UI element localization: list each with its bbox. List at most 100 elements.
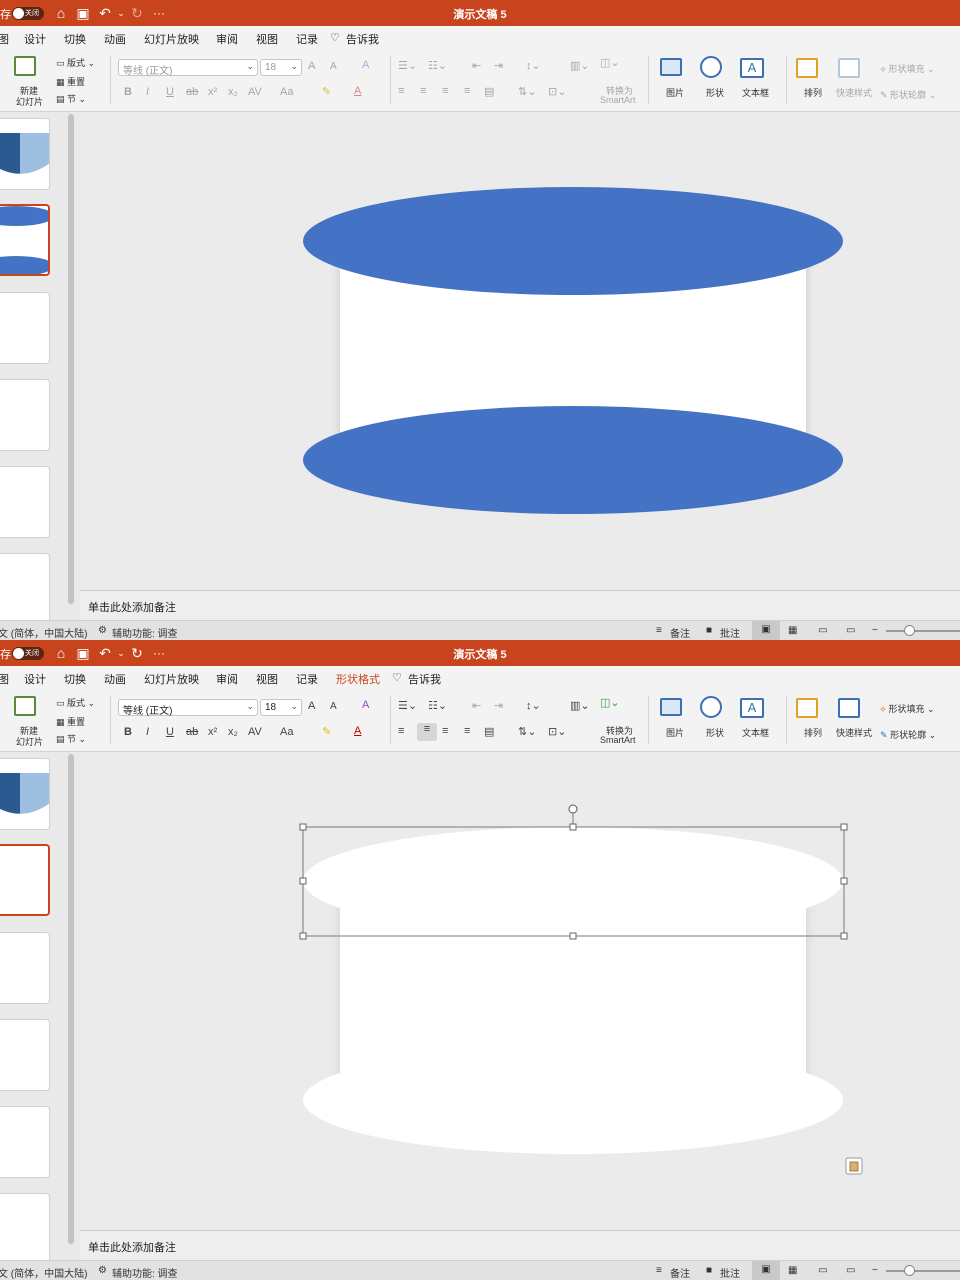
italic-button[interactable]: I [146,726,149,738]
align-right-icon[interactable]: ≡ [442,85,448,97]
thumbnail-scrollbar[interactable] [68,754,74,1244]
clear-format-icon[interactable]: A [362,59,369,71]
slide-thumb-1[interactable] [0,118,50,190]
menu-slideshow[interactable]: 幻灯片放映 [144,31,199,47]
shape-fill-button[interactable]: ⟡ 形状填充 ⌄ [880,62,935,75]
shapes-icon[interactable] [700,696,722,718]
char-spacing-button[interactable]: AV [248,726,262,738]
align-text-icon[interactable]: ⊡⌄ [548,725,566,738]
slide-thumb-4[interactable] [0,1019,50,1091]
notes-toggle[interactable]: 备注 [670,1265,690,1280]
notes-pane[interactable]: 单击此处添加备注 [80,1230,960,1260]
superscript-button[interactable]: x² [208,726,217,738]
align-text-icon[interactable]: ⊡⌄ [548,85,566,98]
section-button[interactable]: ▤ 节 ⌄ [56,92,86,105]
zoom-slider[interactable] [886,630,960,632]
bold-button[interactable]: B [124,726,132,738]
reset-button[interactable]: ▦ 重置 [56,715,85,728]
reading-view-icon[interactable]: ▭ [818,625,827,636]
thumbnail-scrollbar[interactable] [68,114,74,604]
slide-thumb-2[interactable] [0,204,50,276]
text-direction-icon[interactable]: ⇅⌄ [518,85,536,98]
zoom-out-icon[interactable]: − [872,625,878,636]
new-slide-label-2[interactable]: 幻灯片 [16,95,43,108]
strikethrough-button[interactable]: ab [186,726,198,738]
new-slide-label-2[interactable]: 幻灯片 [16,735,43,748]
slide-thumb-1[interactable] [0,758,50,830]
highlight-icon[interactable]: ✎ [322,85,331,98]
normal-view-icon[interactable]: ▣ [752,1261,780,1280]
zoom-out-icon[interactable]: − [872,1265,878,1276]
menu-slideshow[interactable]: 幻灯片放映 [144,671,199,687]
shapes-icon[interactable] [700,56,722,78]
textbox-icon[interactable]: A [740,58,764,78]
shapes-label[interactable]: 形状 [706,86,724,99]
columns-icon[interactable]: ▥⌄ [570,59,590,72]
strikethrough-button[interactable]: ab [186,86,198,98]
decrease-indent-icon[interactable]: ⇤ [472,59,481,72]
justify-icon[interactable]: ≡ [464,85,470,97]
shape-outline-button[interactable]: ✎ 形状轮廓 ⌄ [880,88,936,101]
accessibility-status[interactable]: 辅助功能: 调查 [112,625,178,640]
comments-toggle[interactable]: 批注 [720,625,740,640]
menu-insert[interactable]: 图 [0,671,9,687]
bullets-icon[interactable]: ☰⌄ [398,699,417,712]
shrink-font-button[interactable]: A [330,701,337,712]
line-spacing-icon[interactable]: ↕⌄ [526,59,541,72]
line-spacing-icon[interactable]: ↕⌄ [526,699,541,712]
picture-icon[interactable] [660,58,682,76]
accessibility-status[interactable]: 辅助功能: 调查 [112,1265,178,1280]
distributed-icon[interactable]: ▤ [484,725,494,738]
menu-view[interactable]: 视图 [256,671,278,687]
quick-styles-icon[interactable] [838,698,860,718]
columns-icon[interactable]: ▥⌄ [570,699,590,712]
menu-shape-format[interactable]: 形状格式 [336,671,380,687]
new-slide-icon[interactable] [14,696,36,716]
slideshow-view-icon[interactable]: ▭ [846,625,855,636]
language-status[interactable]: 文 (简体，中国大陆) [0,1265,87,1280]
menu-review[interactable]: 审阅 [216,671,238,687]
align-center-icon[interactable]: ≡ [417,723,437,741]
menu-animations[interactable]: 动画 [104,671,126,687]
notes-toggle[interactable]: 备注 [670,625,690,640]
menu-insert[interactable]: 图 [0,31,9,47]
increase-indent-icon[interactable]: ⇥ [494,699,503,712]
textbox-icon[interactable]: A [740,698,764,718]
reset-button[interactable]: ▦ 重置 [56,75,85,88]
decrease-indent-icon[interactable]: ⇤ [472,699,481,712]
section-button[interactable]: ▤ 节 ⌄ [56,732,86,745]
menu-animations[interactable]: 动画 [104,31,126,47]
shapes-label[interactable]: 形状 [706,726,724,739]
bullets-icon[interactable]: ☰⌄ [398,59,417,72]
menu-tell-me[interactable]: 告诉我 [346,31,379,47]
smartart-icon[interactable]: ◫⌄ [600,696,620,709]
grow-font-button[interactable]: A [308,700,315,712]
font-name-select[interactable]: 等线 (正文) ⌄ [118,59,258,77]
align-center-icon[interactable]: ≡ [420,85,426,97]
align-left-icon[interactable]: ≡ [398,725,404,737]
new-slide-icon[interactable] [14,56,36,76]
arrange-icon[interactable] [796,698,818,718]
slide-thumb-6[interactable] [0,1193,50,1265]
align-right-icon[interactable]: ≡ [442,725,448,737]
underline-button[interactable]: U [166,726,174,738]
justify-icon[interactable]: ≡ [464,725,470,737]
arrange-label[interactable]: 排列 [804,86,822,99]
textbox-label[interactable]: 文本框 [742,726,769,739]
font-size-select[interactable]: 18 ⌄ [260,59,302,76]
change-case-button[interactable]: Aa [280,86,293,98]
superscript-button[interactable]: x² [208,86,217,98]
sorter-view-icon[interactable]: ▦ [788,1265,797,1276]
numbering-icon[interactable]: ☷⌄ [428,699,447,712]
slide-thumb-5[interactable] [0,1106,50,1178]
slide-thumb-2[interactable] [0,844,50,916]
menu-design[interactable]: 设计 [24,31,46,47]
font-color-icon[interactable]: A [354,85,361,97]
menu-design[interactable]: 设计 [24,671,46,687]
reading-view-icon[interactable]: ▭ [818,1265,827,1276]
font-color-icon[interactable]: A [354,725,361,737]
menu-view[interactable]: 视图 [256,31,278,47]
italic-button[interactable]: I [146,86,149,98]
arrange-icon[interactable] [796,58,818,78]
zoom-slider[interactable] [886,1270,960,1272]
